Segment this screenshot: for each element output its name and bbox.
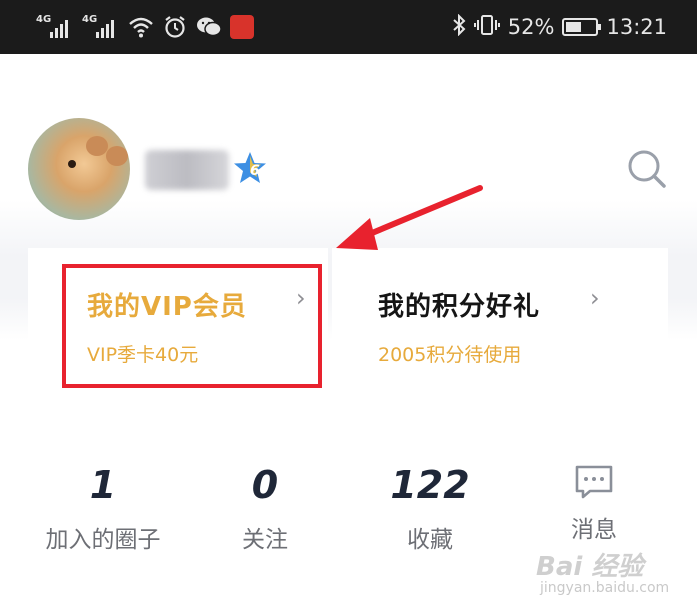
alarm-icon: [162, 14, 188, 40]
stat-value: 122: [390, 463, 470, 507]
message-icon: [575, 465, 613, 499]
points-rewards-card[interactable]: 我的积分好礼 2005积分待使用 ›: [332, 248, 668, 396]
network-type-label: 4G: [36, 14, 52, 25]
stat-label: 消息: [571, 517, 617, 543]
chevron-right-icon: ›: [590, 284, 600, 312]
stat-label: 关注: [242, 527, 288, 553]
pointer-arrow-annotation: [336, 185, 483, 250]
stat-value: 1: [89, 463, 117, 507]
baidu-jingyan-watermark: Bai 经验 jingyan.baidu.com: [528, 540, 688, 602]
battery-icon: [562, 18, 602, 36]
watermark-main: Bai 经验: [536, 552, 644, 582]
points-card-title: 我的积分好礼: [378, 292, 541, 322]
clock: 13:21: [606, 15, 667, 39]
stat-label: 收藏: [407, 527, 453, 553]
stat-favorites[interactable]: 122 收藏: [355, 462, 505, 554]
avatar[interactable]: [28, 118, 130, 220]
search-icon[interactable]: [624, 146, 670, 192]
vibrate-icon: [473, 14, 500, 41]
battery-percent: 52%: [507, 15, 555, 39]
username-blurred[interactable]: [145, 150, 229, 190]
wechat-icon: [196, 14, 222, 40]
signal-icon: 4G: [82, 14, 120, 40]
status-left-group: 4G 4G: [36, 12, 254, 42]
stat-messages[interactable]: 消息: [519, 462, 669, 544]
watermark-sub: jingyan.baidu.com: [540, 580, 670, 596]
stat-joined-circles[interactable]: 1 加入的圈子: [28, 462, 178, 554]
bluetooth-icon: [452, 13, 466, 41]
status-bar: 4G 4G 52% 13:21: [0, 0, 697, 54]
wifi-icon: [128, 14, 154, 40]
stat-label: 加入的圈子: [45, 527, 161, 553]
jd-app-icon: [230, 15, 254, 39]
level-number: 6: [250, 163, 260, 179]
network-type-label: 4G: [82, 14, 98, 25]
points-card-subtitle: 2005积分待使用: [378, 344, 522, 366]
highlight-box: [62, 264, 322, 388]
stat-value: 0: [251, 463, 279, 507]
signal-icon: 4G: [36, 14, 74, 40]
status-right-group: 52% 13:21: [452, 12, 667, 42]
stat-following[interactable]: 0 关注: [190, 462, 340, 554]
